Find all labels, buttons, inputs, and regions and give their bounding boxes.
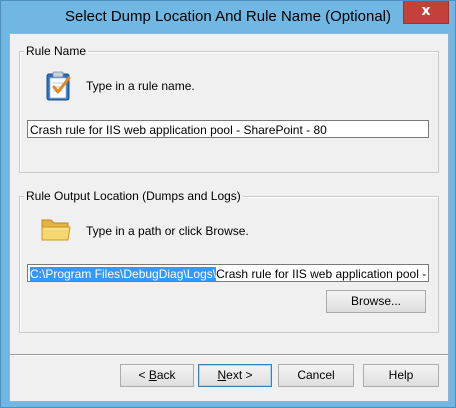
back-suffix: ack [156,368,176,382]
rule-name-input[interactable]: Crash rule for IIS web application pool … [27,120,429,138]
back-mnemonic: B [148,368,157,382]
output-location-legend: Rule Output Location (Dumps and Logs) [24,189,243,203]
checklist-clipboard-icon [42,70,74,102]
help-button[interactable]: Help [363,364,439,387]
dialog-client-area: Rule Name Type in a rule name. Crash rul… [9,33,449,402]
output-location-hint: Type in a path or click Browse. [86,224,249,238]
rule-name-value: Crash rule for IIS web application pool … [30,123,327,137]
output-path-selected-text: C:\Program Files\DebugDiag\Logs\ [30,267,217,281]
close-icon: x [421,3,431,19]
back-prefix: < [138,368,149,382]
dialog-title: Select Dump Location And Rule Name (Opti… [64,8,391,25]
cancel-button-label: Cancel [297,368,335,382]
title-bar[interactable]: Select Dump Location And Rule Name (Opti… [1,1,455,33]
next-mnemonic: N [217,368,227,382]
rule-name-group: Rule Name Type in a rule name. Crash rul… [19,44,439,173]
next-suffix: ext > [226,368,253,382]
dialog-window: Select Dump Location And Rule Name (Opti… [0,0,456,408]
close-button[interactable]: x [403,1,449,24]
browse-button-label: Browse... [350,294,401,308]
rule-name-hint: Type in a rule name. [86,79,195,93]
output-path-input[interactable]: C:\Program Files\DebugDiag\Logs\Crash ru… [27,264,429,282]
help-button-label: Help [388,368,414,382]
footer-separator [10,354,448,356]
cancel-button[interactable]: Cancel [278,364,354,387]
output-location-group: Rule Output Location (Dumps and Logs) Ty… [19,189,439,333]
back-button[interactable]: < Back [120,364,194,387]
folder-icon [40,215,72,243]
output-path-rest-text: Crash rule for IIS web application pool … [216,267,428,281]
browse-button[interactable]: Browse... [326,290,426,313]
next-button[interactable]: Next > [198,364,272,387]
rule-name-legend: Rule Name [24,44,89,58]
